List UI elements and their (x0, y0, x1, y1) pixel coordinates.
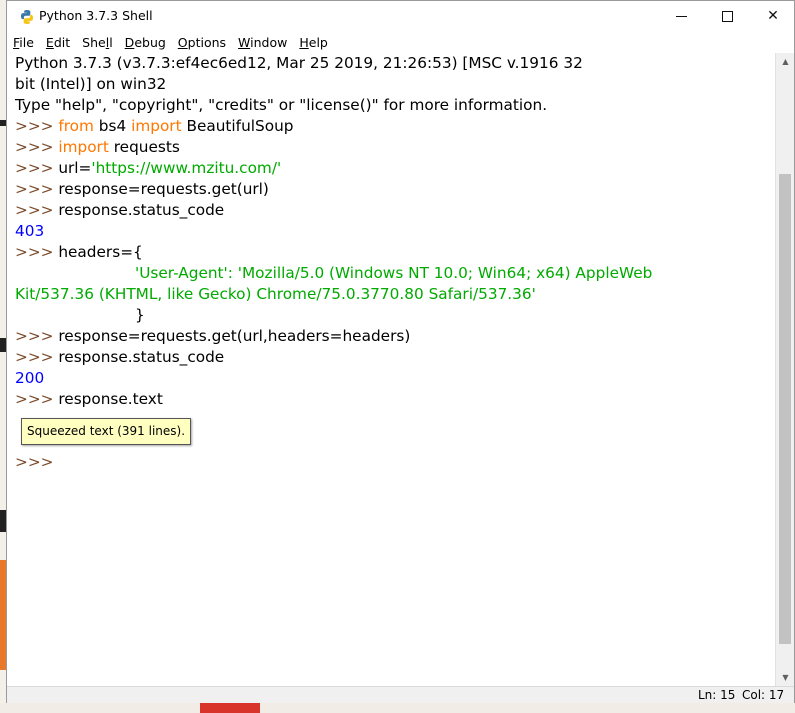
squeezed-text-button[interactable]: Squeezed text (391 lines). (21, 418, 192, 445)
menu-bar: File Edit Shell Debug Options Window Hel… (7, 31, 794, 53)
keyword: import (131, 117, 182, 135)
prompt: >>> (15, 180, 59, 198)
string-literal: Kit/537.36 (KHTML, like Gecko) Chrome/75… (15, 285, 536, 303)
prompt: >>> (15, 159, 59, 177)
idle-shell-window: Python 3.7.3 Shell ✕ File Edit Shell Deb… (6, 0, 795, 703)
prompt: >>> (15, 138, 59, 156)
close-button[interactable]: ✕ (750, 1, 795, 31)
title-bar[interactable]: Python 3.7.3 Shell ✕ (7, 1, 794, 31)
window-title: Python 3.7.3 Shell (39, 8, 153, 23)
keyword: import (58, 138, 109, 156)
prompt: >>> (15, 453, 54, 471)
string-literal: 'User-Agent': 'Mozilla/5.0 (Windows NT 1… (135, 264, 653, 282)
menu-help[interactable]: Help (298, 35, 329, 50)
menu-debug[interactable]: Debug (124, 35, 167, 50)
shell-text-area[interactable]: Python 3.7.3 (v3.7.3:ef4ec6ed12, Mar 25 … (9, 53, 775, 686)
code-line: >>> from bs4 import BeautifulSoup (15, 117, 294, 135)
code-line: >>> response=requests.get(url) (15, 180, 269, 198)
banner-line: Python 3.7.3 (v3.7.3:ef4ec6ed12, Mar 25 … (15, 54, 583, 72)
prompt: >>> (15, 117, 59, 135)
scroll-down-icon[interactable]: ▼ (776, 669, 795, 686)
keyword: from (58, 117, 94, 135)
line-number: Ln: 15 (698, 688, 736, 702)
code-line: } (135, 306, 145, 324)
menu-file[interactable]: File (12, 35, 35, 50)
prompt: >>> (15, 201, 59, 219)
prompt: >>> (15, 243, 59, 261)
vertical-scrollbar[interactable]: ▲ ▼ (775, 53, 794, 686)
scrollbar-thumb[interactable] (779, 174, 791, 644)
close-icon: ✕ (767, 8, 779, 24)
banner-line: Type "help", "copyright", "credits" or "… (15, 96, 548, 114)
menu-edit[interactable]: Edit (45, 35, 71, 50)
prompt: >>> (15, 348, 59, 366)
menu-shell[interactable]: Shell (81, 35, 114, 50)
background-desktop-bottom (0, 703, 795, 713)
menu-options[interactable]: Options (177, 35, 227, 50)
output-line: 200 (15, 369, 45, 387)
code-line: >>> response.status_code (15, 348, 225, 366)
code-line: >>> response.text (15, 390, 163, 408)
code-line: >>> headers={ (15, 243, 143, 261)
background-red-shape (200, 703, 260, 713)
scroll-up-icon[interactable]: ▲ (776, 53, 795, 70)
maximize-icon (721, 10, 733, 22)
maximize-button[interactable] (704, 1, 750, 31)
code-line: >>> response=requests.get(url,headers=he… (15, 327, 411, 345)
minimize-icon (675, 15, 687, 17)
output-line: 403 (15, 222, 45, 240)
prompt: >>> (15, 390, 59, 408)
code-line: >>> import requests (15, 138, 180, 156)
python-logo-icon (21, 10, 33, 24)
status-bar: Ln: 15 Col: 17 (7, 686, 794, 703)
column-number: Col: 17 (742, 688, 785, 702)
prompt: >>> (15, 327, 59, 345)
code-line: >>> url='https://www.mzitu.com/' (15, 159, 282, 177)
banner-line: bit (Intel)] on win32 (15, 75, 167, 93)
minimize-button[interactable] (658, 1, 704, 31)
string-literal: 'https://www.mzitu.com/' (91, 159, 282, 177)
menu-window[interactable]: Window (237, 35, 288, 50)
code-line: >>> response.status_code (15, 201, 225, 219)
